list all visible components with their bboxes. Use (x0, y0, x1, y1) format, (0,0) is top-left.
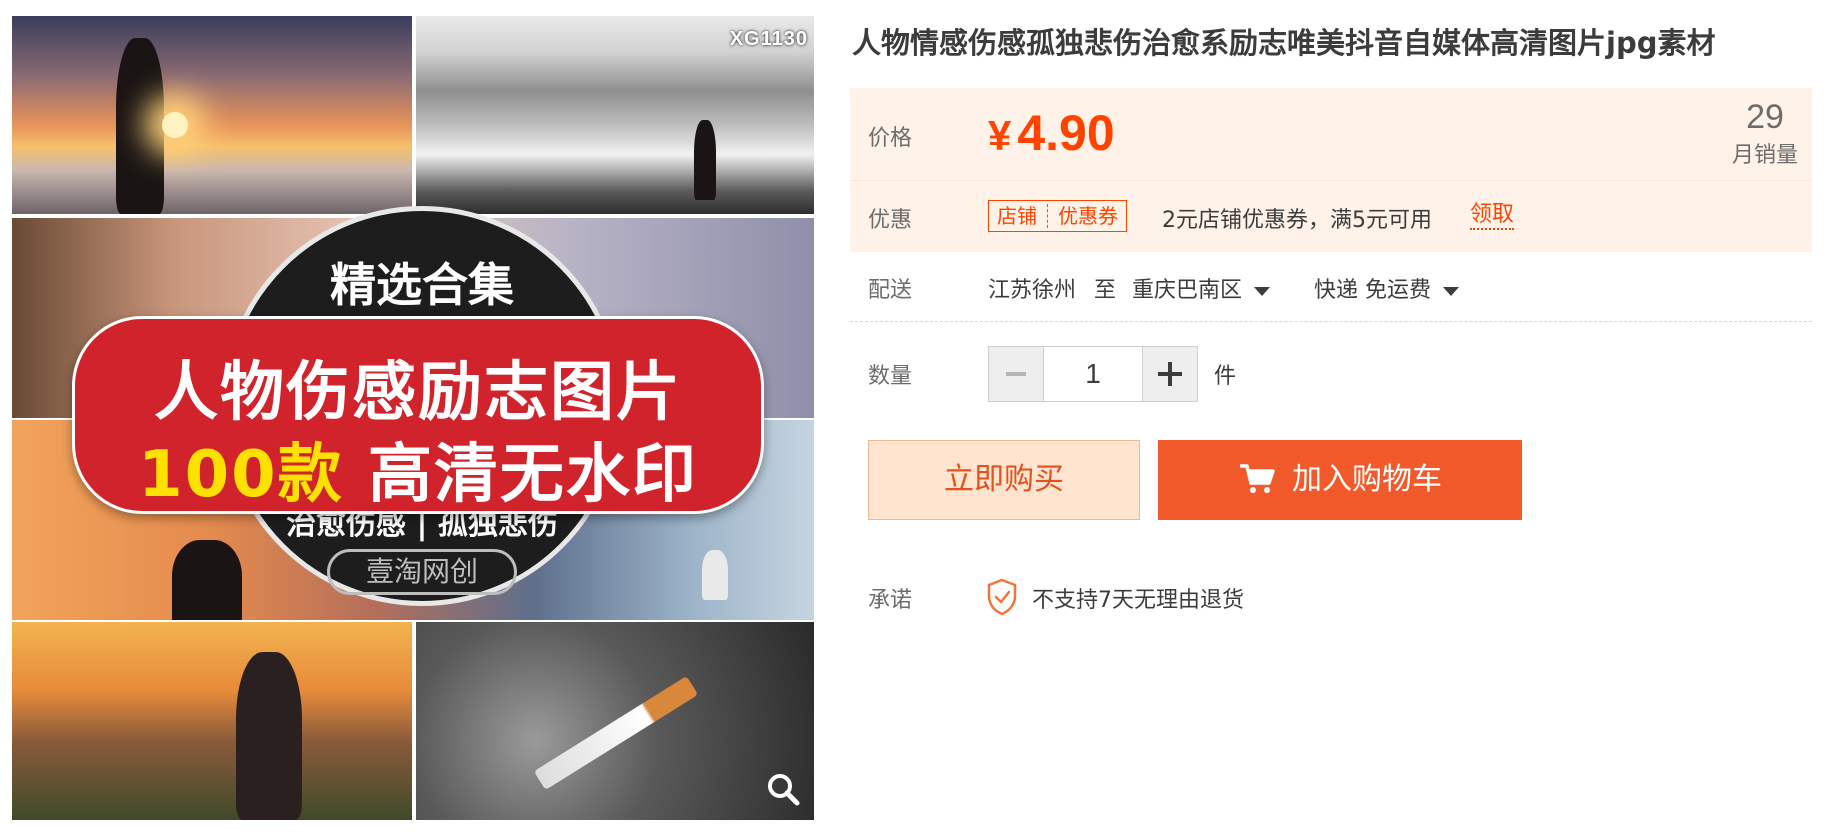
coupon-tag-type: 优惠券 (1058, 204, 1118, 228)
shipping-label: 配送 (868, 278, 913, 303)
caret-down-icon (1254, 286, 1271, 296)
ship-to-word: 至 (1094, 278, 1117, 303)
currency-symbol: ¥ (988, 112, 1012, 159)
banner-line-2: 100款 高清无水印 (75, 423, 761, 515)
quantity-unit: 件 (1214, 364, 1237, 389)
monthly-sales: 29 月销量 (1732, 98, 1798, 169)
monthly-sales-label: 月销量 (1731, 143, 1798, 168)
quantity-stepper (988, 346, 1198, 402)
quantity-label: 数量 (868, 364, 913, 389)
photo-tile-sea-waves: XG1130 (416, 16, 814, 214)
price-amount: 4.90 (1017, 105, 1115, 161)
shield-check-icon (987, 578, 1017, 616)
shop-coupon-tag: 店铺 优惠券 (988, 200, 1127, 232)
quantity-input[interactable] (1043, 347, 1143, 401)
collection-heading: 精选合集 (330, 258, 514, 312)
price-panel: 价格 ¥4.90 29 月销量 优惠 店铺 优惠券 2元店铺优惠券，满5元可用 … (850, 88, 1812, 252)
banner-count: 100款 (138, 438, 344, 512)
photo-tile-sunset-hiker (12, 16, 412, 214)
destination-select[interactable]: 重庆巴南区 (1132, 272, 1271, 304)
add-to-cart-button[interactable]: 加入购物车 (1158, 440, 1522, 520)
promo-banner: 人物伤感励志图片 100款 高清无水印 (72, 316, 764, 514)
shipping-row: 配送 江苏徐州 至 重庆巴南区 快递 免运费 (850, 260, 1812, 322)
decrease-button[interactable] (989, 347, 1043, 401)
banner-line-2-rest: 高清无水印 (343, 438, 698, 512)
quantity-row: 数量 件 (850, 346, 1812, 402)
photo-tile-cigarette (416, 622, 814, 820)
photo-tile-girl-sunset (12, 622, 412, 820)
shipping-method-select[interactable]: 快递 免运费 (1314, 272, 1460, 304)
price-label: 价格 (868, 126, 913, 151)
price-value: ¥4.90 (988, 104, 1115, 162)
buy-now-button[interactable]: 立即购买 (868, 440, 1140, 520)
promise-row: 承诺 不支持7天无理由退货 (850, 578, 1450, 618)
banner-line-1: 人物伤感励志图片 (154, 356, 682, 430)
cart-icon (1240, 463, 1275, 493)
add-to-cart-label: 加入购物车 (1292, 462, 1442, 497)
brand-badge: 壹淘网创 (327, 549, 517, 595)
coupon-description: 2元店铺优惠券，满5元可用 (1162, 208, 1432, 233)
product-image[interactable]: XG1130 精选合集 治愈伤感 | 孤独悲伤 壹淘网创 人物伤感励志图片 10… (12, 16, 814, 820)
search-icon[interactable] (766, 772, 800, 806)
ship-from: 江苏徐州 (988, 278, 1077, 303)
monthly-sales-count: 29 (1746, 98, 1784, 136)
claim-coupon-link[interactable]: 领取 (1470, 202, 1515, 230)
destination-value: 重庆巴南区 (1132, 278, 1243, 303)
minus-icon (1006, 372, 1026, 376)
increase-button[interactable] (1143, 347, 1197, 401)
plus-icon (1158, 362, 1182, 386)
product-title: 人物情感伤感孤独悲伤治愈系励志唯美抖音自媒体高清图片jpg素材 (852, 26, 1716, 60)
coupon-tag-shop: 店铺 (997, 204, 1037, 228)
promise-label: 承诺 (868, 588, 913, 613)
return-policy-text: 不支持7天无理由退货 (1032, 588, 1244, 613)
shipping-fee: 免运费 (1365, 278, 1432, 303)
image-watermark: XG1130 (729, 28, 808, 50)
coupon-label: 优惠 (868, 208, 913, 233)
caret-down-icon (1443, 286, 1460, 296)
divider (850, 180, 1812, 181)
shipping-method: 快递 (1314, 278, 1359, 303)
